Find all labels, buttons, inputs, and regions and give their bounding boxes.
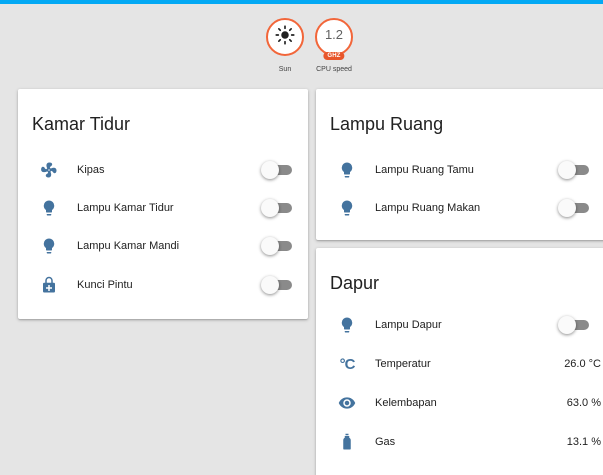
header-accent-bar [0, 0, 603, 4]
temperatur-label: Temperatur [375, 358, 431, 370]
kunci-pintu-toggle[interactable] [261, 276, 295, 294]
dapur-title: Dapur [330, 273, 380, 293]
lampu-ruang-makan-toggle[interactable] [558, 199, 592, 217]
eye-icon [338, 394, 356, 412]
lampu-dapur-label: Lampu Dapur [375, 319, 442, 331]
lampu-ruang-title: Lampu Ruang [330, 114, 444, 134]
sun-badge[interactable]: Sun [265, 18, 305, 73]
sun-badge-circle [266, 18, 304, 56]
kunci-pintu-label: Kunci Pintu [77, 279, 133, 291]
kamar-tidur-card: Kamar Tidur Kipas Lampu Kamar Tidur Lamp… [18, 89, 308, 319]
entity-row-lampu-kamar-mandi[interactable]: Lampu Kamar Mandi [18, 234, 308, 258]
cpu-speed-badge[interactable]: 1.2 GHZ CPU speed [314, 18, 354, 73]
thermometer-celsius-icon: °C [339, 355, 356, 373]
lampu-kamar-tidur-label: Lampu Kamar Tidur [77, 202, 174, 214]
entity-row-temperatur[interactable]: °C Temperatur 26.0 °C [316, 352, 603, 376]
lampu-dapur-toggle[interactable] [558, 316, 592, 334]
lampu-ruang-tamu-label: Lampu Ruang Tamu [375, 164, 474, 176]
kipas-toggle[interactable] [261, 161, 295, 179]
sun-badge-label: Sun [278, 66, 292, 73]
lampu-kamar-tidur-toggle[interactable] [261, 199, 295, 217]
gas-value: 13.1 % [566, 436, 601, 448]
kelembapan-value: 63.0 % [566, 397, 601, 409]
entity-row-kunci-pintu[interactable]: Kunci Pintu [18, 273, 308, 297]
temperatur-value: 26.0 °C [564, 358, 601, 370]
kipas-label: Kipas [77, 164, 105, 176]
lampu-kamar-mandi-label: Lampu Kamar Mandi [77, 240, 180, 252]
gas-cylinder-icon [338, 433, 356, 451]
lightbulb-icon [40, 199, 58, 217]
entity-row-lampu-ruang-tamu[interactable]: Lampu Ruang Tamu [316, 158, 603, 182]
entity-row-kelembapan[interactable]: Kelembapan 63.0 % [316, 391, 603, 415]
cpu-speed-label: CPU speed [316, 66, 352, 73]
entity-row-lampu-ruang-makan[interactable]: Lampu Ruang Makan [316, 196, 603, 220]
lampu-ruang-card: Lampu Ruang Lampu Ruang Tamu Lampu Ruang… [316, 89, 603, 240]
lightbulb-icon [40, 237, 58, 255]
lampu-kamar-mandi-toggle[interactable] [261, 237, 295, 255]
badge-bar: Sun 1.2 GHZ CPU speed [265, 18, 354, 73]
cpu-speed-unit: GHZ [323, 52, 345, 60]
kamar-tidur-title: Kamar Tidur [32, 114, 131, 134]
lightbulb-icon [338, 316, 356, 334]
dapur-card: Dapur Lampu Dapur °C Temperatur 26.0 °C … [316, 248, 603, 475]
entity-row-lampu-dapur[interactable]: Lampu Dapur [316, 313, 603, 337]
entity-row-kipas[interactable]: Kipas [18, 158, 308, 182]
fan-icon [40, 161, 58, 179]
cpu-speed-badge-circle: 1.2 GHZ [315, 18, 353, 60]
sun-icon [275, 24, 295, 50]
entity-row-lampu-kamar-tidur[interactable]: Lampu Kamar Tidur [18, 196, 308, 220]
lightbulb-icon [338, 199, 356, 217]
lightbulb-icon [338, 161, 356, 179]
kelembapan-label: Kelembapan [375, 397, 437, 409]
cpu-speed-value: 1.2 [324, 26, 344, 42]
entity-row-gas[interactable]: Gas 13.1 % [316, 430, 603, 454]
lampu-ruang-tamu-toggle[interactable] [558, 161, 592, 179]
gas-label: Gas [375, 436, 396, 448]
lampu-ruang-makan-label: Lampu Ruang Makan [375, 202, 481, 214]
lock-plus-icon [40, 276, 58, 294]
